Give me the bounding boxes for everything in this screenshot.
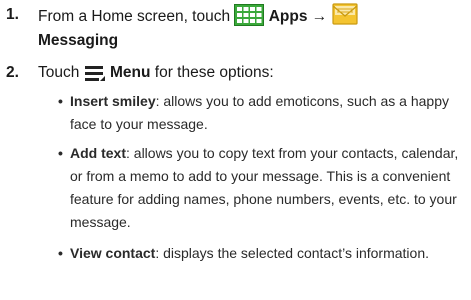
option-term: Insert smiley <box>70 93 156 109</box>
option-text: Add text: allows you to copy text from y… <box>58 142 466 234</box>
option-term: Add text <box>70 145 126 161</box>
option-description: : allows you to copy text from your cont… <box>70 145 459 230</box>
apps-label: Apps <box>268 8 308 25</box>
option-view-contact: • View contact: displays the selected co… <box>58 242 466 265</box>
step-2: 2. Touch Menu for these options: <box>0 60 471 86</box>
menu-label: Menu <box>110 64 151 81</box>
menu-icon <box>84 64 106 91</box>
messaging-label: Messaging <box>38 32 119 49</box>
step-1-prefix: From a Home screen, touch <box>38 8 231 25</box>
option-insert-smiley: • Insert smiley: allows you to add emoti… <box>58 90 466 136</box>
step-2-line: Touch Menu for these options: <box>38 60 274 91</box>
step-number: 2. <box>6 64 19 81</box>
step-2-suffix: for these options: <box>154 64 274 81</box>
instruction-page: 1. From a Home screen, touch Apps → Mess… <box>0 0 471 300</box>
arrow-icon: → <box>311 8 328 25</box>
option-description: : displays the selected contact’s inform… <box>155 245 429 261</box>
bullet-icon: • <box>58 93 63 109</box>
option-text: Insert smiley: allows you to add emotico… <box>58 90 466 136</box>
step-number: 1. <box>6 6 19 23</box>
step-1: 1. From a Home screen, touch Apps → Mess… <box>0 2 471 54</box>
envelope-icon <box>332 2 358 35</box>
bullet-icon: • <box>58 145 63 161</box>
apps-grid-icon <box>234 4 265 35</box>
option-add-text: • Add text: allows you to copy text from… <box>58 142 466 234</box>
bullet-icon: • <box>58 245 63 261</box>
option-term: View contact <box>70 245 156 261</box>
step-2-prefix: Touch <box>38 64 80 81</box>
option-text: View contact: displays the selected cont… <box>58 242 466 265</box>
